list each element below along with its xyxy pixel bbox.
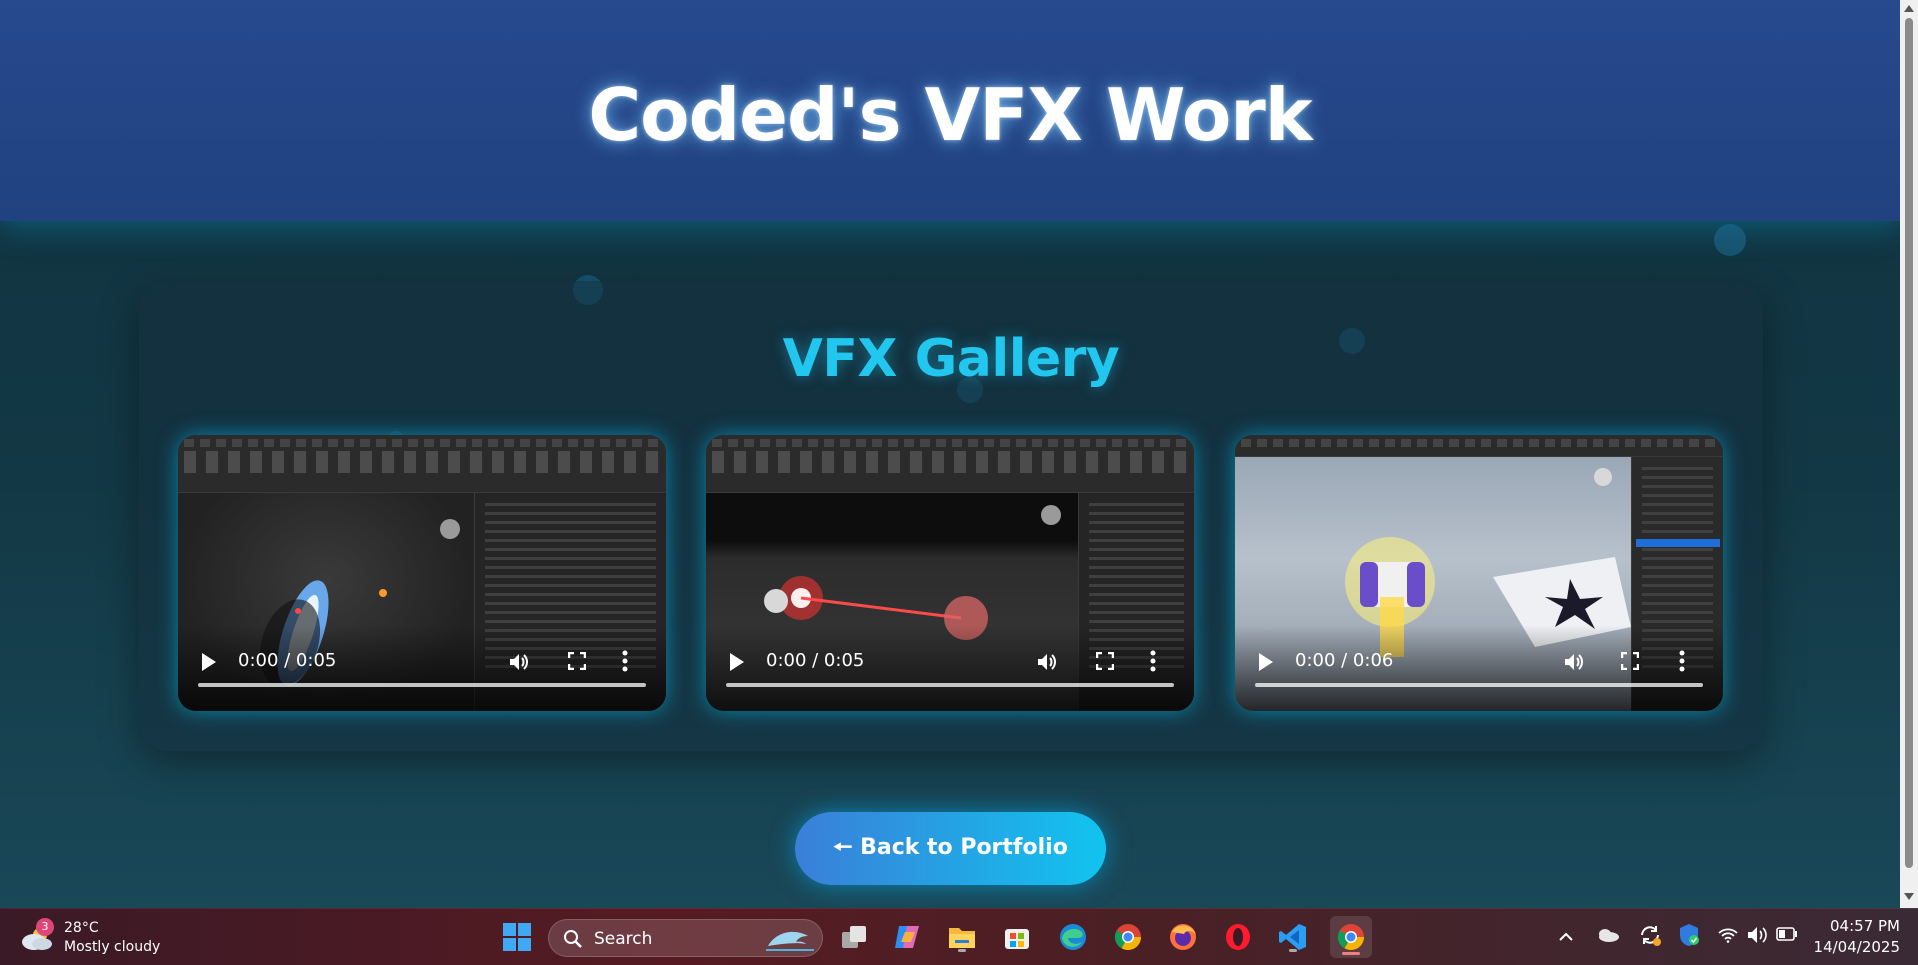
video-controls: 0:00 / 0:05 [178,625,666,711]
video-thumbnail-toolbar [706,435,1194,493]
video-progress-bar[interactable] [726,683,1174,687]
vfx-gallery: VFX Gallery 0:00 / 0:05 0:00 / 0:05 0:00… [139,281,1763,751]
more-options-icon[interactable] [622,650,628,672]
file-explorer-icon[interactable] [944,919,980,955]
fullscreen-icon[interactable] [1096,652,1114,670]
chrome-icon[interactable] [1110,919,1146,955]
video-progress-bar[interactable] [198,683,646,687]
weather-widget[interactable]: 3 28°C Mostly cloudy [20,917,180,959]
video-player[interactable]: 0:00 / 0:05 [178,435,666,711]
page-title: Coded's VFX Work [588,72,1312,157]
dolphin-icon [766,931,814,951]
battery-icon[interactable] [1776,927,1798,941]
video-player[interactable]: 0:00 / 0:06 [1235,435,1723,711]
security-shield-icon[interactable] [1678,923,1700,947]
video-player[interactable]: 0:00 / 0:05 [706,435,1194,711]
weather-badge: 3 [36,918,54,936]
video-time: 0:00 / 0:05 [238,650,337,671]
task-view-icon[interactable] [836,919,872,955]
clock-date[interactable]: 14/04/2025 [1810,938,1900,956]
video-thumbnail-toolbar [1235,435,1723,457]
start-icon[interactable] [499,919,535,955]
video-progress-bar[interactable] [1255,683,1703,687]
vscode-icon[interactable] [1275,919,1311,955]
weather-temperature: 28°C [64,920,99,936]
more-options-icon[interactable] [1150,650,1156,672]
volume-icon[interactable] [508,651,530,673]
firefox-icon[interactable] [1165,919,1201,955]
fullscreen-icon[interactable] [568,652,586,670]
gallery-title: VFX Gallery [782,329,1120,389]
edge-icon[interactable] [1055,919,1091,955]
play-icon[interactable] [730,653,744,671]
decorative-bubble [1714,224,1746,256]
fullscreen-icon[interactable] [1621,652,1639,670]
page-header: Coded's VFX Work [0,0,1900,221]
speaker-icon[interactable] [1746,925,1768,945]
chrome-active-icon[interactable] [1330,916,1372,958]
video-time: 0:00 / 0:06 [1295,650,1394,671]
video-controls: 0:00 / 0:06 [1235,625,1723,711]
video-controls: 0:00 / 0:05 [706,625,1194,711]
volume-icon[interactable] [1563,651,1585,673]
taskbar-search-input[interactable]: Search [548,919,823,957]
clock-time[interactable]: 04:57 PM [1820,917,1900,935]
chevron-up-icon[interactable] [1558,930,1574,942]
copilot-icon[interactable] [890,919,926,955]
play-icon[interactable] [1259,653,1273,671]
wifi-icon[interactable] [1718,927,1738,943]
sync-icon[interactable] [1638,923,1662,947]
store-icon[interactable] [999,919,1035,955]
back-to-portfolio-button[interactable]: 🠔 Back to Portfolio [795,812,1106,885]
video-thumbnail-toolbar [178,435,666,493]
page-scrollbar[interactable] [1900,0,1918,908]
volume-icon[interactable] [1036,651,1058,673]
scroll-up-icon[interactable] [1904,5,1914,12]
scroll-down-icon[interactable] [1904,893,1914,900]
opera-icon[interactable] [1220,919,1256,955]
play-icon[interactable] [202,653,216,671]
windows-taskbar: 3 28°C Mostly cloudy Search 04:57 PM 14/… [0,908,1918,965]
more-options-icon[interactable] [1679,650,1685,672]
weather-description: Mostly cloudy [64,939,161,955]
onedrive-icon[interactable] [1596,927,1620,943]
search-icon [564,930,582,948]
video-time: 0:00 / 0:05 [766,650,865,671]
scrollbar-thumb[interactable] [1905,18,1913,868]
search-placeholder: Search [594,929,653,949]
